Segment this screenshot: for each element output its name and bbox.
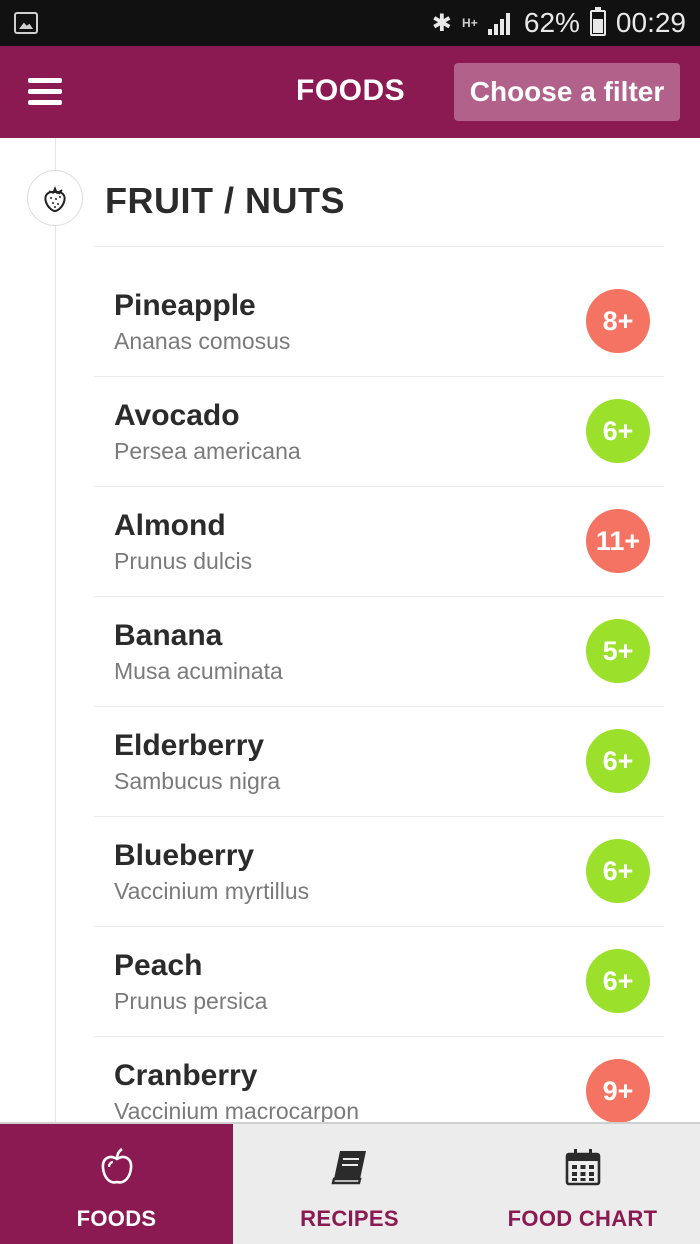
- food-latin-name: Ananas comosus: [114, 328, 291, 354]
- list-item[interactable]: Blueberry Vaccinium myrtillus 6+: [94, 817, 664, 927]
- age-badge: 6+: [586, 729, 650, 793]
- tab-label: FOODS: [76, 1206, 157, 1231]
- gallery-notification-icon: [14, 12, 38, 34]
- book-icon: [330, 1146, 370, 1188]
- battery-percent: 62%: [523, 7, 580, 38]
- food-name: Blueberry: [114, 839, 255, 872]
- tab-foods[interactable]: FOODS: [0, 1124, 233, 1244]
- age-badge: 11+: [586, 509, 650, 573]
- tab-label: FOOD CHART: [507, 1206, 658, 1231]
- food-name: Avocado: [114, 399, 240, 432]
- food-latin-name: Musa acuminata: [114, 658, 283, 684]
- page-title: FOODS: [296, 74, 406, 107]
- hamburger-menu-icon[interactable]: [28, 78, 62, 106]
- list-item[interactable]: Banana Musa acuminata 5+: [94, 597, 664, 707]
- age-badge: 6+: [586, 949, 650, 1013]
- list-item[interactable]: Almond Prunus dulcis 11+: [94, 487, 664, 597]
- food-list: Pineapple Ananas comosus 8+ Avocado Pers…: [94, 267, 664, 1122]
- tab-recipes[interactable]: RECIPES: [233, 1124, 466, 1244]
- age-badge: 5+: [586, 619, 650, 683]
- timeline-line: [55, 138, 56, 1122]
- calendar-icon: [564, 1146, 602, 1188]
- list-item[interactable]: Pineapple Ananas comosus 8+: [94, 267, 664, 377]
- food-name: Cranberry: [114, 1059, 258, 1092]
- battery-icon: [589, 7, 606, 36]
- food-latin-name: Prunus dulcis: [114, 548, 253, 574]
- choose-filter-button[interactable]: Choose a filter: [454, 63, 680, 121]
- network-type-icon: H+: [462, 15, 478, 30]
- food-latin-name: Persea americana: [114, 438, 301, 464]
- clock: 00:29: [615, 7, 686, 38]
- signal-icon: [487, 11, 514, 35]
- food-name: Elderberry: [114, 729, 265, 762]
- age-badge: 8+: [586, 289, 650, 353]
- divider: [94, 246, 664, 247]
- age-badge: 9+: [586, 1059, 650, 1122]
- list-item[interactable]: Avocado Persea americana 6+: [94, 377, 664, 487]
- tab-label: RECIPES: [300, 1206, 399, 1231]
- food-latin-name: Vaccinium macrocarpon: [114, 1098, 360, 1122]
- category-title: FRUIT / NUTS: [105, 180, 345, 221]
- bluetooth-icon: ✱: [431, 9, 452, 37]
- food-latin-name: Sambucus nigra: [114, 768, 281, 794]
- food-name: Peach: [114, 949, 203, 982]
- list-item[interactable]: Elderberry Sambucus nigra 6+: [94, 707, 664, 817]
- strawberry-icon: [27, 170, 83, 226]
- food-latin-name: Prunus persica: [114, 988, 268, 1014]
- age-badge: 6+: [586, 839, 650, 903]
- food-name: Banana: [114, 619, 223, 652]
- age-badge: 6+: [586, 399, 650, 463]
- tab-food-chart[interactable]: FOOD CHART: [466, 1124, 699, 1244]
- food-latin-name: Vaccinium myrtillus: [114, 878, 310, 904]
- app-header: FOODS Choose a filter: [0, 46, 700, 138]
- list-item[interactable]: Cranberry Vaccinium macrocarpon 9+: [94, 1037, 664, 1122]
- food-name: Almond: [114, 509, 226, 542]
- list-item[interactable]: Peach Prunus persica 6+: [94, 927, 664, 1037]
- apple-icon: [99, 1146, 135, 1188]
- status-bar: ✱ H+ 62% 00:29: [0, 0, 700, 46]
- food-name: Pineapple: [114, 289, 256, 322]
- food-list-container[interactable]: FRUIT / NUTS Pineapple Ananas comosus 8+…: [0, 138, 700, 1122]
- bottom-navigation: FOODS RECIPES FOOD CHART: [0, 1122, 700, 1244]
- status-icons: ✱ H+ 62% 00:29: [432, 0, 686, 46]
